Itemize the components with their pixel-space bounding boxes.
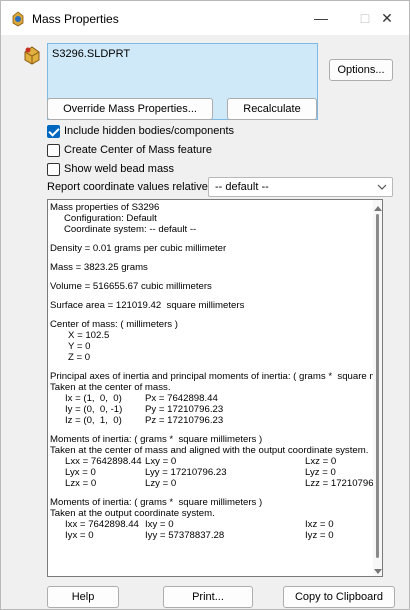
px-value: Px = 7642898.44 bbox=[145, 393, 218, 404]
configuration-line: Configuration: Default bbox=[64, 213, 157, 224]
minimize-button[interactable]: — bbox=[299, 1, 343, 35]
coord-system-line: Coordinate system: -- default -- bbox=[64, 224, 197, 235]
scroll-up-arrow-icon[interactable] bbox=[374, 202, 382, 211]
pz-value: Pz = 17210796.23 bbox=[145, 415, 224, 426]
show-weld-label: Show weld bead mass bbox=[64, 163, 175, 175]
create-com-checkbox-row[interactable]: Create Center of Mass feature bbox=[47, 142, 212, 158]
iy-value: Iy = (0, 0, -1) bbox=[65, 404, 123, 415]
lzy-value: Lzy = 0 bbox=[145, 478, 177, 489]
report-coordinate-label: Report coordinate values relative to: bbox=[47, 181, 224, 193]
scroll-down-arrow-icon[interactable] bbox=[374, 566, 382, 574]
mass-properties-icon bbox=[10, 11, 26, 27]
moi1-row-x: Lxx = 7642898.44 Lxy = 0 Lxz = 0 bbox=[50, 456, 373, 467]
moi2-header: Moments of inertia: ( grams * square mil… bbox=[50, 497, 263, 508]
iyz-value: Iyz = 0 bbox=[305, 530, 334, 541]
results-scrollbar[interactable] bbox=[373, 200, 382, 576]
include-hidden-label: Include hidden bodies/components bbox=[64, 125, 235, 137]
moi1-sub: Taken at the center of mass and aligned … bbox=[50, 445, 369, 456]
title-bar: Mass Properties — □ ✕ bbox=[1, 1, 409, 35]
principal-header: Principal axes of inertia and principal … bbox=[50, 371, 373, 382]
lzz-value: Lzz = 17210796.23 bbox=[305, 478, 373, 489]
lyz-value: Lyz = 0 bbox=[305, 467, 336, 478]
chevron-down-icon bbox=[376, 181, 388, 193]
scroll-thumb[interactable] bbox=[376, 214, 379, 558]
include-hidden-checkbox[interactable] bbox=[47, 124, 60, 138]
mass-properties-dialog: Mass Properties — □ ✕ S3296.SLDPRT Optio… bbox=[0, 0, 410, 610]
moi1-header: Moments of inertia: ( grams * square mil… bbox=[50, 434, 263, 445]
create-com-checkbox[interactable] bbox=[47, 143, 60, 157]
com-y: Y = 0 bbox=[68, 341, 91, 352]
lyx-value: Lyx = 0 bbox=[65, 467, 96, 478]
lxx-value: Lxx = 7642898.44 bbox=[65, 456, 142, 467]
lzx-value: Lzx = 0 bbox=[65, 478, 97, 489]
mass-line: Mass = 3823.25 grams bbox=[50, 262, 148, 273]
principal-row-y: Iy = (0, 0, -1) Py = 17210796.23 bbox=[50, 404, 373, 415]
ix-value: Ix = (1, 0, 0) bbox=[65, 393, 122, 404]
principal-sub: Taken at the center of mass. bbox=[50, 382, 171, 393]
show-weld-checkbox-row[interactable]: Show weld bead mass bbox=[47, 161, 174, 177]
com-header: Center of mass: ( millimeters ) bbox=[50, 319, 178, 330]
options-button[interactable]: Options... bbox=[329, 59, 393, 81]
coordinate-system-value: -- default -- bbox=[215, 181, 269, 193]
principal-row-x: Ix = (1, 0, 0) Px = 7642898.44 bbox=[50, 393, 373, 404]
lyy-value: Lyy = 17210796.23 bbox=[145, 467, 227, 478]
coordinate-system-dropdown[interactable]: -- default -- bbox=[208, 177, 393, 197]
results-header: Mass properties of S3296 bbox=[50, 202, 160, 213]
print-button[interactable]: Print... bbox=[163, 586, 253, 608]
lxy-value: Lxy = 0 bbox=[145, 456, 177, 467]
results-text-area[interactable]: Mass properties of S3296 Configuration: … bbox=[47, 199, 383, 577]
ixz-value: Ixz = 0 bbox=[305, 519, 334, 530]
selected-item[interactable]: S3296.SLDPRT bbox=[52, 48, 130, 60]
show-weld-checkbox[interactable] bbox=[47, 162, 60, 176]
recalculate-button[interactable]: Recalculate bbox=[227, 98, 317, 120]
density-line: Density = 0.01 grams per cubic millimete… bbox=[50, 243, 227, 254]
volume-line: Volume = 516655.67 cubic millimeters bbox=[50, 281, 212, 292]
moi2-row-y: Iyx = 0 Iyy = 57378837.28 Iyz = 0 bbox=[50, 530, 373, 541]
principal-row-z: Iz = (0, 1, 0) Pz = 17210796.23 bbox=[50, 415, 373, 426]
lxz-value: Lxz = 0 bbox=[305, 456, 337, 467]
mass-properties-icon bbox=[22, 45, 42, 65]
py-value: Py = 17210796.23 bbox=[145, 404, 224, 415]
moi1-row-y: Lyx = 0 Lyy = 17210796.23 Lyz = 0 bbox=[50, 467, 373, 478]
copy-to-clipboard-button[interactable]: Copy to Clipboard bbox=[283, 586, 395, 608]
include-hidden-checkbox-row[interactable]: Include hidden bodies/components bbox=[47, 123, 234, 139]
override-mass-properties-button[interactable]: Override Mass Properties... bbox=[47, 98, 213, 120]
help-button[interactable]: Help bbox=[47, 586, 119, 608]
close-button[interactable]: ✕ bbox=[365, 1, 409, 35]
window-title: Mass Properties bbox=[32, 12, 119, 26]
iz-value: Iz = (0, 1, 0) bbox=[65, 415, 122, 426]
create-com-label: Create Center of Mass feature bbox=[64, 144, 212, 156]
iyx-value: Iyx = 0 bbox=[65, 530, 94, 541]
ixx-value: Ixx = 7642898.44 bbox=[65, 519, 139, 530]
results-text: Mass properties of S3296 Configuration: … bbox=[50, 202, 373, 574]
com-z: Z = 0 bbox=[68, 352, 91, 363]
ixy-value: Ixy = 0 bbox=[145, 519, 174, 530]
moi2-row-x: Ixx = 7642898.44 Ixy = 0 Ixz = 0 bbox=[50, 519, 373, 530]
moi1-row-z: Lzx = 0 Lzy = 0 Lzz = 17210796.23 bbox=[50, 478, 373, 489]
com-x: X = 102.5 bbox=[68, 330, 110, 341]
iyy-value: Iyy = 57378837.28 bbox=[145, 530, 225, 541]
moi2-sub: Taken at the output coordinate system. bbox=[50, 508, 215, 519]
surface-area-line: Surface area = 121019.42 square millimet… bbox=[50, 300, 245, 311]
